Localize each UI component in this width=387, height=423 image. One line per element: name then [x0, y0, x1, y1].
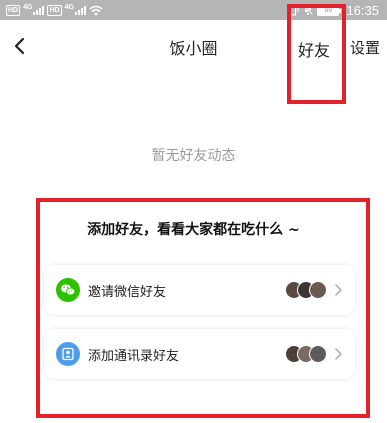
nav-bar: 饭小圈 好友 设置 [0, 20, 387, 72]
friend-avatars [285, 345, 327, 363]
hd-badge-2: HD [47, 4, 62, 16]
vibrate-icon [287, 4, 299, 16]
add-contacts-label: 添加通讯录好友 [88, 348, 180, 364]
clock: 16:35 [346, 2, 379, 18]
status-right: 86 16:35 [287, 3, 379, 18]
network-label-2: 4G [64, 3, 74, 11]
friends-button[interactable]: 好友 [298, 37, 330, 61]
invite-wechat-friends-row[interactable]: 邀请微信好友 [44, 265, 355, 315]
hd-badge-1: HD [6, 4, 21, 16]
friend-avatars [285, 281, 327, 299]
add-friends-title: 添加好友，看看大家都在吃什么 ~ [87, 222, 300, 238]
signal-icon [33, 5, 45, 15]
wifi-icon [89, 5, 103, 15]
network-label-1: 4G [23, 3, 33, 11]
status-left: HD 4G HD 4G [6, 3, 103, 16]
settings-button[interactable]: 设置 [350, 37, 380, 58]
chevron-right-icon [335, 348, 342, 360]
bell-muted-icon [303, 4, 314, 16]
status-bar: HD 4G HD 4G 86 16:35 [0, 0, 387, 20]
add-contacts-friends-row[interactable]: 添加通讯录好友 [44, 329, 355, 379]
empty-state-text: 暂无好友动态 [151, 148, 236, 164]
avatar [309, 281, 327, 299]
contacts-icon [56, 342, 80, 366]
avatar [309, 345, 327, 363]
chevron-right-icon [335, 284, 342, 296]
signal-icon [74, 5, 86, 15]
wechat-icon [56, 278, 80, 302]
invite-wechat-label: 邀请微信好友 [88, 284, 167, 300]
battery-icon: 86 [317, 4, 342, 16]
